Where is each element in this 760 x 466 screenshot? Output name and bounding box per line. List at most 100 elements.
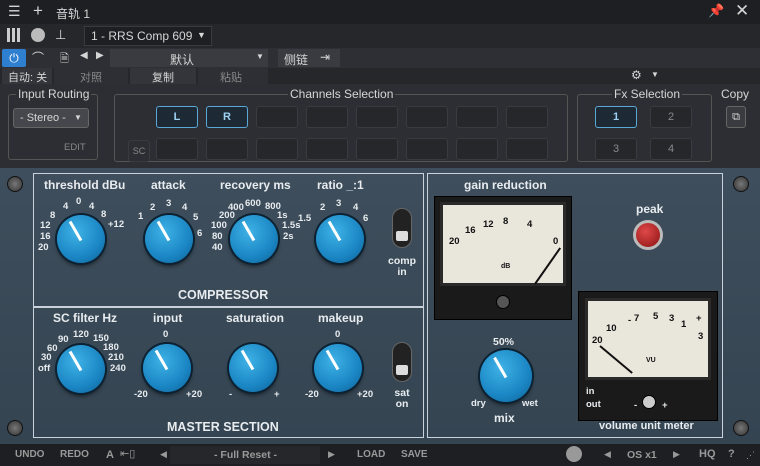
channel-slot[interactable] [406, 106, 448, 128]
saturation-knob[interactable] [229, 344, 277, 392]
plugin-body: threshold dBu attack recovery ms ratio _… [0, 168, 760, 444]
attack-knob[interactable] [145, 215, 193, 263]
sc-channel-slot[interactable] [506, 138, 548, 160]
knob-indicator [327, 221, 342, 242]
vu-tick: 3 [669, 313, 675, 324]
scfilter-tick: off [38, 363, 51, 374]
undo-button[interactable]: UNDO [15, 449, 44, 460]
vu-plus-label: + [662, 400, 668, 411]
bars-icon[interactable] [7, 28, 21, 42]
redo-button[interactable]: REDO [60, 449, 89, 460]
attack-tick: 3 [166, 198, 172, 209]
oversampling-value[interactable]: OS x1 [627, 449, 657, 461]
sidechain-button[interactable]: 侧链 ⇥ [278, 49, 340, 67]
makeup-knob[interactable] [314, 344, 362, 392]
sc-channel-slot[interactable] [206, 138, 248, 160]
sc-channel-slot[interactable] [256, 138, 298, 160]
screw-icon [7, 176, 23, 192]
save-button[interactable]: SAVE [401, 449, 428, 460]
sc-channel-slot[interactable] [456, 138, 498, 160]
vu-in-label[interactable]: in [586, 386, 594, 397]
copy-button[interactable]: 复制 [130, 68, 196, 84]
scfilter-tick: 90 [58, 334, 69, 345]
power-icon[interactable] [566, 446, 582, 462]
vu-out-label[interactable]: out [586, 399, 601, 410]
sc-channel-slot[interactable] [356, 138, 398, 160]
close-icon[interactable]: ✕ [735, 1, 749, 21]
routing-select[interactable]: - Stereo - ▼ [13, 108, 89, 128]
vu-needle [599, 345, 633, 374]
fx-2-button[interactable]: 2 [650, 106, 692, 128]
sc-channel-slot[interactable] [156, 138, 198, 160]
channel-slot[interactable] [256, 106, 298, 128]
fx-4-button[interactable]: 4 [650, 138, 692, 160]
attack-label: attack [151, 178, 186, 192]
gauge-icon[interactable] [31, 28, 45, 42]
mix-knob[interactable] [480, 350, 532, 402]
prev-preset-icon[interactable]: ◀ [80, 50, 88, 61]
resize-icon[interactable]: ⋰ [746, 450, 755, 461]
channel-L-button[interactable]: L [156, 106, 198, 128]
next-preset-icon[interactable]: ▶ [328, 449, 335, 460]
sc-button[interactable]: SC [128, 140, 150, 162]
edit-button[interactable]: EDIT [64, 142, 86, 153]
vu-adjust-screw-icon[interactable] [642, 395, 656, 409]
vu-tick: 1 [681, 319, 687, 330]
next-os-icon[interactable]: ▶ [673, 449, 680, 460]
channel-slot[interactable] [306, 106, 348, 128]
paste-button[interactable]: 粘贴 [198, 68, 268, 84]
input-knob[interactable] [143, 344, 191, 392]
channel-slot[interactable] [356, 106, 398, 128]
channel-slot[interactable] [456, 106, 498, 128]
auto-button[interactable]: 自动: 关 [2, 68, 52, 84]
attack-tick: 6 [197, 228, 203, 239]
menu-icon[interactable]: ☰ [8, 3, 21, 20]
threshold-knob[interactable] [57, 215, 105, 263]
sat-on-toggle[interactable] [392, 342, 412, 382]
preset-select[interactable]: 默认 ▼ [110, 49, 268, 67]
channel-R-button[interactable]: R [206, 106, 248, 128]
chevron-down-icon[interactable]: ▼ [651, 70, 659, 79]
sc-channel-slot[interactable] [406, 138, 448, 160]
hq-button[interactable]: HQ [699, 448, 716, 460]
gain-reduction-meter: 12 8 16 4 20 0 dB [440, 202, 566, 286]
file-icon[interactable]: 🗎 [60, 50, 69, 69]
makeup-tick: -20 [305, 389, 319, 400]
fx-3-button[interactable]: 3 [595, 138, 637, 160]
load-button[interactable]: LOAD [357, 449, 385, 460]
recovery-label: recovery ms [220, 178, 291, 192]
compare-button[interactable]: 对照 [54, 68, 128, 84]
help-button[interactable]: ? [728, 448, 735, 460]
prev-os-icon[interactable]: ◀ [604, 449, 611, 460]
chevron-down-icon: ▼ [74, 113, 82, 122]
routing-icon[interactable]: ⊥ [55, 27, 66, 43]
next-preset-icon[interactable]: ▶ [96, 50, 104, 61]
meter-screw-icon [496, 295, 510, 309]
comp-in-toggle[interactable] [392, 208, 412, 248]
ab-copy-icon[interactable]: ⇤▯ [120, 447, 135, 460]
ratio-knob[interactable] [316, 215, 364, 263]
toolbar-secondary: ⏻ ⌒ 🗎 ◀ ▶ 默认 ▼ 侧链 ⇥ [0, 48, 760, 68]
arc-icon[interactable]: ⌒ [32, 49, 44, 66]
power-button[interactable]: ⏻ [2, 49, 26, 67]
footer-preset-select[interactable]: - Full Reset - [170, 446, 320, 464]
gear-icon[interactable]: ⚙ [631, 68, 642, 82]
fx-1-button[interactable]: 1 [595, 106, 637, 128]
footer-preset-name: - Full Reset - [214, 449, 278, 461]
recovery-knob[interactable] [230, 215, 278, 263]
mix-dry-label: dry [471, 398, 486, 409]
gr-unit: dB [501, 263, 511, 270]
scfilter-knob[interactable] [57, 345, 105, 393]
ab-button[interactable]: A [106, 449, 114, 461]
vu-minus-label: - [634, 400, 638, 411]
scfilter-tick: 240 [110, 363, 126, 374]
vu-unit: VU [646, 357, 656, 364]
pin-icon[interactable]: 📌 [708, 3, 724, 19]
add-icon[interactable]: + [33, 1, 43, 21]
channel-slot[interactable] [506, 106, 548, 128]
preset-slot-select[interactable]: 1 - RRS Comp 609 ▼ [84, 26, 212, 46]
prev-preset-icon[interactable]: ◀ [160, 449, 167, 460]
copy-fx-button[interactable]: ⧉ [726, 106, 746, 128]
sc-channel-slot[interactable] [306, 138, 348, 160]
threshold-tick: 8 [50, 210, 56, 221]
